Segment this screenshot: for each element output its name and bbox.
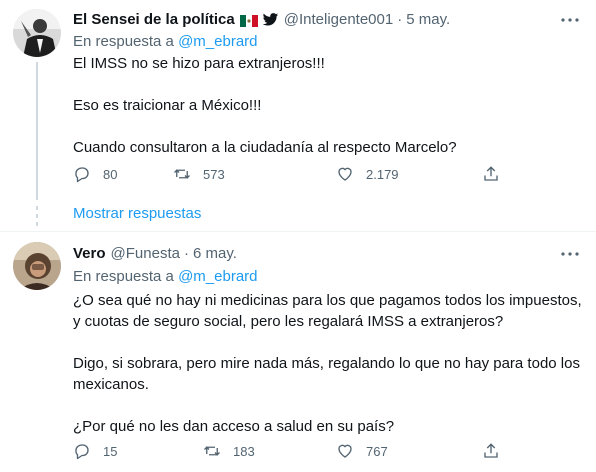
tweet-text: ¿O sea qué no hay ni medicinas para los …	[73, 290, 583, 437]
reply-context: En respuesta a @m_ebrard	[73, 268, 258, 285]
more-icon[interactable]	[560, 10, 580, 30]
author-handle[interactable]: @Inteligente001	[284, 11, 393, 28]
like-button[interactable]: 2.179	[336, 165, 482, 183]
retweet-button[interactable]: 573	[173, 165, 336, 183]
reply-context: En respuesta a @m_ebrard	[73, 33, 258, 50]
mexico-flag-icon	[239, 14, 258, 27]
reply-count: 80	[103, 166, 118, 182]
share-icon	[484, 443, 498, 458]
like-count: 2.179	[366, 166, 399, 182]
author-name[interactable]: Vero	[73, 245, 106, 262]
like-button[interactable]: 767	[336, 442, 482, 460]
avatar[interactable]	[13, 9, 61, 57]
like-icon	[338, 444, 352, 458]
tweet-paragraph: ¿Por qué no les dan acceso a salud en su…	[73, 418, 395, 435]
reply-count: 15	[103, 443, 118, 459]
tweet-paragraph: Digo, si sobrara, pero mire nada más, re…	[73, 355, 580, 393]
tweet-paragraph: ¿O sea qué no hay ni medicinas para los …	[73, 292, 582, 330]
tweet-paragraph: Eso es traicionar a México!!!	[73, 97, 262, 114]
tweet-date[interactable]: 6 may.	[193, 245, 237, 262]
like-icon	[338, 167, 352, 181]
tweet-paragraph: El IMSS no se hizo para extranjeros!!!	[73, 55, 325, 72]
tweet-date[interactable]: 5 may.	[406, 11, 450, 28]
reply-prefix: En respuesta a	[73, 33, 174, 50]
retweet-count: 183	[233, 443, 255, 459]
retweet-icon	[204, 446, 220, 456]
avatar[interactable]	[13, 242, 61, 290]
share-button[interactable]	[482, 442, 500, 460]
more-icon[interactable]	[560, 244, 580, 264]
author-handle[interactable]: @Funesta	[111, 245, 180, 262]
reply-button[interactable]: 80	[73, 165, 173, 183]
show-replies-link[interactable]: Mostrar respuestas	[73, 205, 201, 222]
tweet-text: El IMSS no se hizo para extranjeros!!! E…	[73, 53, 583, 158]
retweet-icon	[174, 169, 190, 179]
reply-to-link[interactable]: @m_ebrard	[178, 268, 257, 285]
like-count: 767	[366, 443, 388, 459]
tweet-actions: 80 573 2.179	[73, 165, 500, 183]
reply-to-link[interactable]: @m_ebrard	[178, 33, 257, 50]
thread-line	[36, 62, 38, 200]
thread-dots	[36, 206, 38, 226]
reply-icon	[75, 167, 89, 183]
retweet-button[interactable]: 183	[203, 442, 336, 460]
reply-button[interactable]: 15	[73, 442, 203, 460]
share-icon	[484, 166, 498, 181]
separator: ·	[183, 245, 189, 262]
tweet-paragraph: Cuando consultaron a la ciudadanía al re…	[73, 139, 457, 156]
tweet-actions: 15 183 767	[73, 442, 500, 460]
tweet-header: El Sensei de la política @Inteligente001…	[73, 11, 450, 28]
reply-icon	[75, 444, 89, 460]
share-button[interactable]	[482, 165, 500, 183]
tweet-2[interactable]: Vero @Funesta · 6 may. En respuesta a @m…	[0, 232, 596, 472]
separator: ·	[397, 11, 403, 28]
tweet-header: Vero @Funesta · 6 may.	[73, 245, 237, 262]
tweet-1[interactable]: El Sensei de la política @Inteligente001…	[0, 0, 596, 236]
twitter-bird-icon	[262, 12, 279, 27]
retweet-count: 573	[203, 166, 225, 182]
author-name[interactable]: El Sensei de la política	[73, 11, 235, 28]
reply-prefix: En respuesta a	[73, 268, 174, 285]
